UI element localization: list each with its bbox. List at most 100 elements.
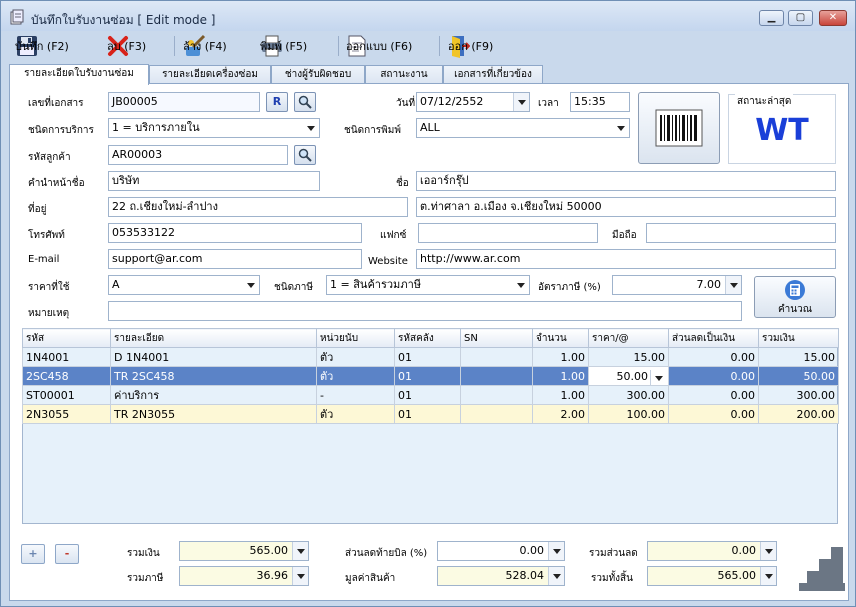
- date-dropdown-icon[interactable]: [513, 93, 529, 111]
- cell-total[interactable]: 200.00: [758, 404, 839, 424]
- save-button[interactable]: บันทึก (F2): [15, 33, 69, 59]
- cell-sn[interactable]: [460, 347, 533, 367]
- email-field[interactable]: support@ar.com: [108, 249, 362, 269]
- cell-code[interactable]: 2SC458: [22, 366, 111, 386]
- grand-total-dropdown-icon[interactable]: [760, 567, 776, 585]
- time-field[interactable]: 15:35: [570, 92, 630, 112]
- cell-price[interactable]: 100.00: [588, 404, 669, 424]
- cell-warehouse[interactable]: 01: [394, 366, 461, 386]
- website-field[interactable]: http://www.ar.com: [416, 249, 836, 269]
- col-header-code[interactable]: รหัส: [22, 328, 111, 348]
- doc-no-field[interactable]: JB00005: [108, 92, 260, 112]
- maximize-button[interactable]: ▢: [788, 10, 813, 26]
- col-header-sn[interactable]: SN: [460, 328, 533, 348]
- goods-value-dropdown-icon[interactable]: [548, 567, 564, 585]
- tab-device-details[interactable]: รายละเอียดเครื่องซ่อม: [149, 65, 271, 84]
- total-discount-dropdown-icon[interactable]: [760, 542, 776, 560]
- phone-field[interactable]: 053533122: [108, 223, 362, 243]
- subtotal-dropdown-icon[interactable]: [292, 542, 308, 560]
- cell-desc[interactable]: ค่าบริการ: [110, 385, 317, 405]
- cell-price[interactable]: 15.00: [588, 347, 669, 367]
- print-button[interactable]: พิมพ์ (F5): [260, 33, 307, 59]
- cell-warehouse[interactable]: 01: [394, 347, 461, 367]
- col-header-desc[interactable]: รายละเอียด: [110, 328, 317, 348]
- cell-desc[interactable]: TR 2SC458: [110, 366, 317, 386]
- address-line2-field[interactable]: ต.ท่าศาลา อ.เมือง จ.เชียงใหม่ 50000: [416, 197, 836, 217]
- date-field[interactable]: 07/12/2552: [416, 92, 530, 112]
- note-field[interactable]: [108, 301, 742, 321]
- mobile-field[interactable]: [646, 223, 836, 243]
- col-header-discount[interactable]: ส่วนลดเป็นเงิน: [668, 328, 759, 348]
- cell-qty[interactable]: 1.00: [532, 366, 589, 386]
- price-level-select[interactable]: A: [108, 275, 260, 295]
- tax-type-select[interactable]: 1 = สินค้ารวมภาษี: [326, 275, 530, 295]
- print-type-select[interactable]: ALL: [416, 118, 630, 138]
- col-header-total[interactable]: รวมเงิน: [758, 328, 839, 348]
- tax-total-dropdown-icon[interactable]: [292, 567, 308, 585]
- cell-qty[interactable]: 1.00: [532, 385, 589, 405]
- cell-code[interactable]: ST00001: [22, 385, 111, 405]
- cell-desc[interactable]: D 1N4001: [110, 347, 317, 367]
- cell-discount[interactable]: 0.00: [668, 385, 759, 405]
- cell-discount[interactable]: 0.00: [668, 404, 759, 424]
- col-header-warehouse[interactable]: รหัสคลัง: [394, 328, 461, 348]
- print-type-dropdown-icon[interactable]: [613, 119, 629, 137]
- cell-sn[interactable]: [460, 366, 533, 386]
- cell-qty[interactable]: 2.00: [532, 404, 589, 424]
- tab-job-status[interactable]: สถานะงาน: [365, 65, 443, 84]
- table-row[interactable]: ST00001 ค่าบริการ - 01 1.00 300.00 0.00 …: [22, 385, 839, 405]
- cell-desc[interactable]: TR 2N3055: [110, 404, 317, 424]
- calculate-button[interactable]: คำนวณ: [754, 276, 836, 318]
- address-line1-field[interactable]: 22 ถ.เชียงใหม่-ลำปาง: [108, 197, 408, 217]
- cell-warehouse[interactable]: 01: [394, 385, 461, 405]
- tab-job-details[interactable]: รายละเอียดใบรับงานซ่อม: [9, 64, 149, 85]
- table-row[interactable]: 2N3055 TR 2N3055 ตัว 01 2.00 100.00 0.00…: [22, 404, 839, 424]
- prefix-field[interactable]: บริษัท: [108, 171, 320, 191]
- barcode-button[interactable]: [638, 92, 720, 164]
- fax-field[interactable]: [418, 223, 598, 243]
- cell-unit[interactable]: ตัว: [316, 347, 395, 367]
- minimize-button[interactable]: ▁: [759, 10, 784, 26]
- service-type-select[interactable]: 1 = บริการภายใน: [108, 118, 320, 138]
- price-level-dropdown-icon[interactable]: [243, 276, 259, 294]
- price-editor[interactable]: 50.00: [592, 369, 666, 385]
- tax-rate-field[interactable]: 7.00: [612, 275, 742, 295]
- cell-unit[interactable]: -: [316, 385, 395, 405]
- cell-total[interactable]: 15.00: [758, 347, 839, 367]
- cell-discount[interactable]: 0.00: [668, 366, 759, 386]
- table-row[interactable]: 1N4001 D 1N4001 ตัว 01 1.00 15.00 0.00 1…: [22, 347, 839, 367]
- delete-button[interactable]: ลบ (F3): [107, 33, 146, 59]
- tab-technician[interactable]: ช่างผู้รับผิดชอบ: [271, 65, 365, 84]
- bill-discount-field[interactable]: 0.00: [437, 541, 565, 561]
- price-dropdown-icon[interactable]: [650, 369, 666, 385]
- cell-total[interactable]: 50.00: [758, 366, 839, 386]
- close-button[interactable]: ✕: [819, 10, 847, 26]
- design-button[interactable]: ออกแบบ (F6): [346, 33, 412, 59]
- cell-sn[interactable]: [460, 385, 533, 405]
- exit-button[interactable]: ออก (F9): [448, 33, 493, 59]
- service-type-dropdown-icon[interactable]: [303, 119, 319, 137]
- tax-type-dropdown-icon[interactable]: [513, 276, 529, 294]
- cell-price-editor[interactable]: 50.00: [588, 366, 669, 386]
- cell-unit[interactable]: ตัว: [316, 404, 395, 424]
- cell-warehouse[interactable]: 01: [394, 404, 461, 424]
- add-row-button[interactable]: +: [21, 544, 45, 564]
- bill-discount-dropdown-icon[interactable]: [548, 542, 564, 560]
- col-header-unit[interactable]: หน่วยนับ: [316, 328, 395, 348]
- cell-price[interactable]: 300.00: [588, 385, 669, 405]
- cell-total[interactable]: 300.00: [758, 385, 839, 405]
- table-row-selected[interactable]: 2SC458 TR 2SC458 ตัว 01 1.00 50.00 0.00 …: [22, 366, 839, 386]
- cell-code[interactable]: 1N4001: [22, 347, 111, 367]
- name-field[interactable]: เออาร์กรุ๊ป: [416, 171, 836, 191]
- cell-qty[interactable]: 1.00: [532, 347, 589, 367]
- col-header-price[interactable]: ราคา/@: [588, 328, 669, 348]
- cell-code[interactable]: 2N3055: [22, 404, 111, 424]
- cell-unit[interactable]: ตัว: [316, 366, 395, 386]
- running-number-button[interactable]: R: [266, 92, 288, 112]
- cell-sn[interactable]: [460, 404, 533, 424]
- clear-button[interactable]: ล้าง (F4): [183, 33, 227, 59]
- doc-search-button[interactable]: [294, 92, 316, 112]
- remove-row-button[interactable]: -: [55, 544, 79, 564]
- customer-code-field[interactable]: AR00003: [108, 145, 288, 165]
- tax-rate-dropdown-icon[interactable]: [725, 276, 741, 294]
